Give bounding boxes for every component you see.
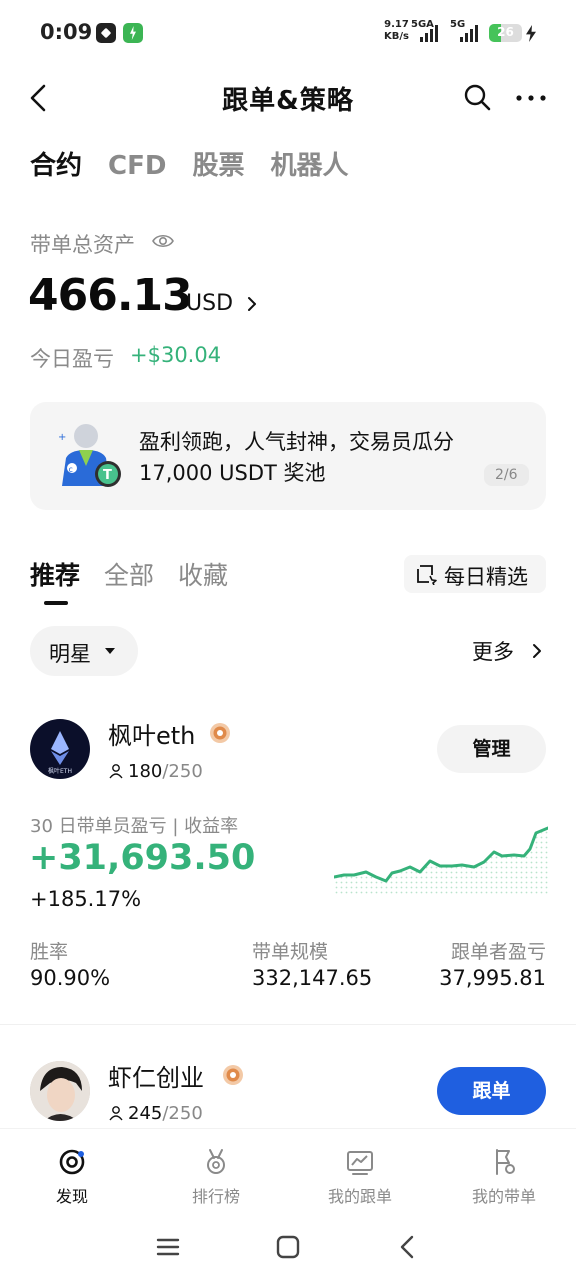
tab-recommended[interactable]: 推荐: [30, 556, 80, 592]
person-icon: [109, 764, 123, 779]
trader-tabs: 推荐 全部 收藏: [30, 556, 228, 592]
more-link[interactable]: 更多: [472, 636, 514, 666]
trader-avatar[interactable]: [30, 1061, 90, 1121]
trader-return-rate: +185.17%: [30, 887, 142, 911]
portrait-icon: [30, 1061, 90, 1121]
ethereum-icon: 枫叶ETH: [48, 731, 72, 775]
recent-apps-icon[interactable]: [153, 1232, 183, 1262]
discover-icon: [59, 1149, 85, 1175]
system-navigation-bar: [0, 1218, 576, 1280]
trader-name[interactable]: 枫叶eth: [108, 716, 195, 751]
nav-my-copy-trades[interactable]: 我的跟单: [288, 1129, 432, 1219]
tab-bots[interactable]: 机器人: [270, 145, 348, 182]
nav-label: 排行榜: [191, 1187, 240, 1206]
caret-down-icon: [105, 648, 115, 654]
signal-icon: [420, 22, 438, 42]
battery-icon: 26: [489, 24, 522, 42]
signal-icon: [460, 22, 478, 42]
trader-avatar[interactable]: 枫叶ETH: [30, 719, 90, 779]
search-icon[interactable]: [462, 82, 492, 112]
manage-button[interactable]: 管理: [437, 725, 546, 773]
follower-pnl-label: 跟单者盈亏: [450, 941, 546, 963]
charging-app-icon: [123, 23, 143, 43]
daily-picks-icon: [417, 565, 437, 585]
daily-picks-label: 每日精选: [444, 565, 528, 589]
trader-reward-icon: + c T: [58, 424, 121, 487]
daily-picks-button[interactable]: 每日精选: [404, 555, 546, 593]
nav-label: 我的带单: [471, 1187, 536, 1206]
nav-leaderboard[interactable]: 排行榜: [144, 1129, 288, 1219]
svg-text:+: +: [58, 432, 66, 443]
category-tabs: 合约 CFD 股票 机器人: [30, 145, 348, 182]
nav-label: 发现: [55, 1187, 88, 1206]
chevron-right-icon[interactable]: [531, 642, 543, 660]
status-time: 0:09: [40, 20, 93, 44]
today-pnl-label: 今日盈亏: [30, 347, 114, 371]
banner-headline: 盈利领跑，人气封神，交易员瓜分: [139, 430, 454, 454]
home-icon[interactable]: [273, 1232, 303, 1262]
aum-label: 带单规模: [252, 941, 329, 963]
charging-icon: [526, 25, 536, 42]
network-speed: 9.17 KB/s: [384, 19, 409, 42]
today-pnl-value: +$30.04: [130, 343, 222, 367]
medal-icon: [207, 1149, 225, 1174]
follower-pnl-value: 37,995.81: [439, 966, 546, 990]
tab-contract[interactable]: 合约: [30, 145, 82, 182]
win-rate-value: 90.90%: [30, 966, 111, 990]
tab-favorites[interactable]: 收藏: [178, 556, 228, 592]
star-filter-dropdown[interactable]: 明星: [30, 626, 138, 676]
sparkline-area: [334, 828, 548, 895]
svg-text:T: T: [103, 468, 112, 483]
follower-count: 180/250: [108, 761, 203, 782]
nav-discover[interactable]: 发现: [0, 1129, 144, 1219]
nav-my-lead-trades[interactable]: 我的带单: [432, 1129, 576, 1219]
status-bar: 0:09 9.17 KB/s 5GA 5G 26: [0, 0, 576, 66]
chevron-right-icon[interactable]: [245, 294, 259, 314]
total-assets-value[interactable]: 466.13: [28, 270, 193, 321]
pnl-sparkline-chart: [334, 826, 548, 895]
tab-cfd[interactable]: CFD: [108, 151, 166, 181]
filter-selected: 明星: [49, 642, 91, 666]
trader-name[interactable]: 虾仁创业: [108, 1058, 204, 1093]
trader-pnl-label: 30 日带单员盈亏 | 收益率: [30, 816, 239, 837]
eye-icon[interactable]: [152, 232, 174, 250]
svg-text:枫叶ETH: 枫叶ETH: [48, 767, 72, 775]
svg-text:c: c: [69, 465, 73, 474]
person-icon: [109, 1106, 123, 1121]
banner-page-indicator: 2/6: [484, 464, 529, 486]
nav-label: 我的跟单: [327, 1187, 392, 1206]
chart-icon: [347, 1151, 373, 1175]
bronze-medal-icon: [210, 723, 230, 743]
copy-trade-button[interactable]: 跟单: [437, 1067, 546, 1115]
win-rate-label: 胜率: [30, 941, 69, 963]
total-assets-label: 带单总资产: [30, 233, 135, 257]
active-tab-indicator: [44, 601, 68, 605]
card-divider: [0, 1024, 576, 1025]
bronze-medal-icon: [223, 1065, 243, 1085]
app-notification-icon: [96, 23, 116, 43]
tab-stocks[interactable]: 股票: [192, 145, 244, 182]
tab-all[interactable]: 全部: [104, 556, 154, 592]
bottom-navigation: 发现 排行榜 我的跟单 我的带单: [0, 1128, 576, 1218]
trader-pnl-value: +31,693.50: [29, 838, 256, 878]
total-assets-unit: USD: [186, 291, 234, 316]
banner-subline: 17,000 USDT 奖池: [139, 461, 326, 485]
more-dots-icon[interactable]: [515, 84, 547, 112]
promo-banner[interactable]: + c T 盈利领跑，人气封神，交易员瓜分 17,000 USDT 奖池 2/6: [30, 402, 546, 510]
follower-count: 245/250: [108, 1103, 203, 1124]
back-icon[interactable]: [393, 1232, 423, 1262]
aum-value: 332,147.65: [252, 966, 373, 990]
flag-icon: [496, 1149, 515, 1175]
